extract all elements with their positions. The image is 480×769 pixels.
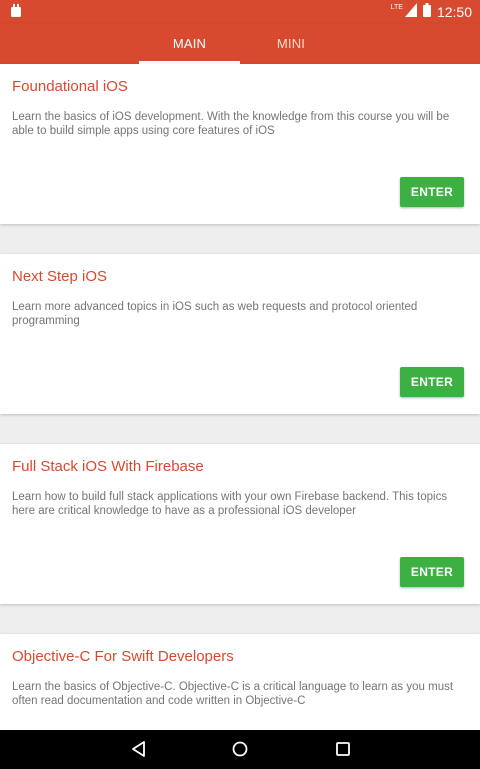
status-bar: LTE 12:50 <box>0 0 480 24</box>
course-description: Learn how to build full stack applicatio… <box>12 491 448 517</box>
course-title: Foundational iOS <box>12 78 128 95</box>
network-type: LTE <box>390 4 403 11</box>
recents-icon[interactable] <box>334 740 352 763</box>
enter-button[interactable]: ENTER <box>400 557 464 587</box>
course-title: Full Stack iOS With Firebase <box>12 458 204 475</box>
enter-button[interactable]: ENTER <box>400 177 464 207</box>
status-time: 12:50 <box>436 3 472 20</box>
course-title: Next Step iOS <box>12 268 108 285</box>
back-icon[interactable] <box>130 740 148 763</box>
home-icon[interactable] <box>231 740 249 763</box>
course-description: Learn the basics of Objective-C. Objecti… <box>12 681 454 707</box>
course-card: Foundational iOS Learn the basics of iOS… <box>0 64 480 224</box>
tab-mini-courses[interactable]: MINI COURSES <box>246 24 336 91</box>
tab-bar: MAIN COURSES MINI COURSES <box>0 24 480 91</box>
enter-button[interactable]: ENTER <box>400 367 464 397</box>
course-card: Full Stack iOS With Firebase Learn how t… <box>0 444 480 604</box>
course-description: Learn the basics of iOS development. Wit… <box>12 111 450 137</box>
course-title: Objective-C For Swift Developers <box>12 648 234 665</box>
course-card: Objective-C For Swift Developers Learn t… <box>0 634 480 730</box>
tab-main-courses[interactable]: MAIN COURSES <box>139 24 240 91</box>
course-description: Learn more advanced topics in iOS such a… <box>12 301 418 327</box>
navigation-bar <box>0 730 480 769</box>
notification-icon <box>10 4 22 23</box>
battery-icon <box>422 3 431 20</box>
course-card: Next Step iOS Learn more advanced topics… <box>0 254 480 414</box>
signal-icon <box>404 3 417 20</box>
